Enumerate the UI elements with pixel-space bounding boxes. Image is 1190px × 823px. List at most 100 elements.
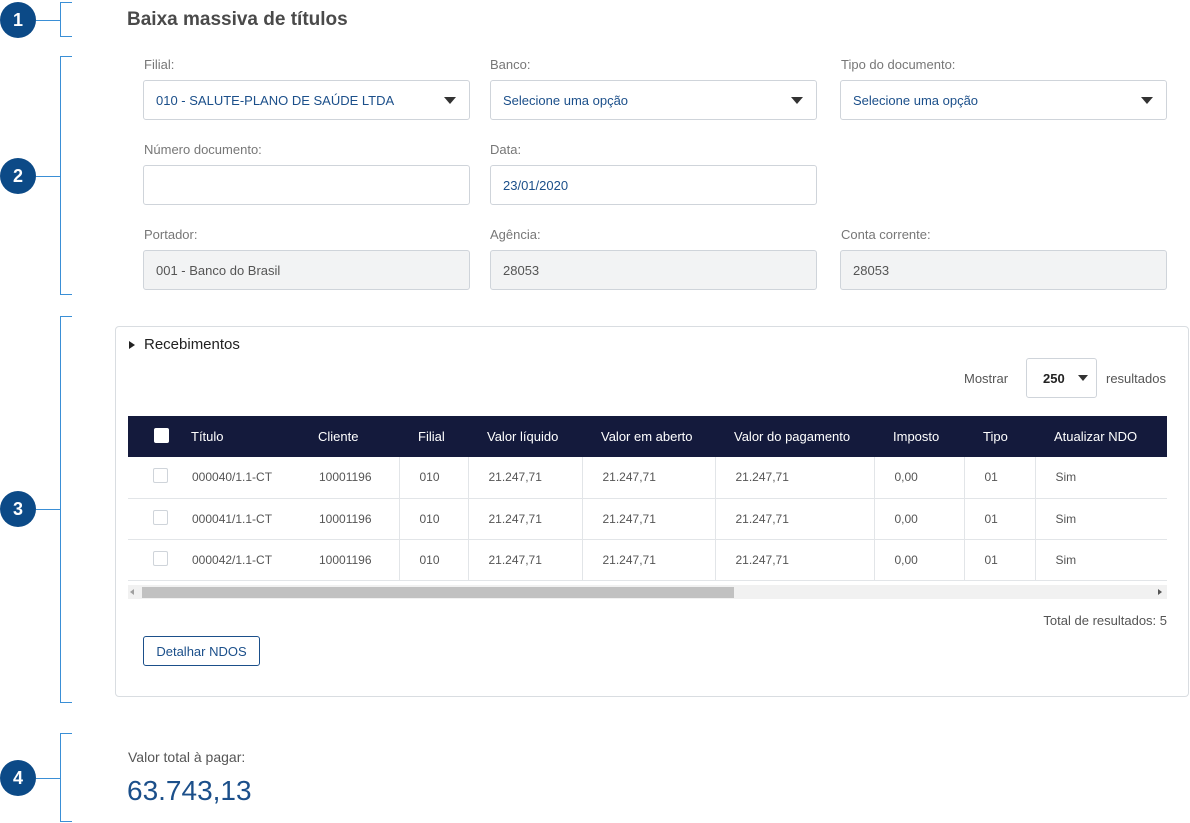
valor-do-pagamento-cell: 21.247,71	[715, 457, 875, 498]
annotation-bracket	[60, 316, 72, 703]
receipts-table: Título Cliente Filial Valor líquido Valo…	[128, 416, 1167, 602]
tipo-cell: 01	[964, 498, 1036, 539]
data-label: Data:	[490, 142, 522, 157]
conta-corrente-field: 28053	[840, 250, 1167, 290]
table-row[interactable]: 000042/1.1-CT 10001196 010 21.247,71 21.…	[128, 539, 1167, 580]
valor-do-pagamento-cell: 21.247,71	[715, 539, 875, 580]
numero-documento-field[interactable]	[143, 165, 470, 205]
column-header-cliente[interactable]: Cliente	[299, 416, 399, 457]
valor-liquido-cell: 21.247,71	[468, 457, 583, 498]
portador-field: 001 - Banco do Brasil	[143, 250, 470, 290]
column-header-titulo[interactable]: Título	[172, 416, 299, 457]
annotation-bracket	[60, 2, 72, 37]
cliente-cell: 10001196	[299, 539, 400, 580]
atualizar-ndo-cell: Sim	[1035, 498, 1167, 539]
filial-cell: 010	[399, 457, 469, 498]
page-size-select[interactable]: 250	[1026, 358, 1097, 398]
column-header-valor-em-aberto[interactable]: Valor em aberto	[582, 416, 715, 457]
annotation-connector	[36, 20, 60, 21]
agencia-label: Agência:	[490, 227, 541, 242]
titulo-cell: 000041/1.1-CT	[192, 511, 273, 526]
column-header-filial[interactable]: Filial	[399, 416, 468, 457]
tipo-documento-select-value: Selecione uma opção	[853, 92, 979, 108]
column-header-tipo[interactable]: Tipo	[964, 416, 1035, 457]
chevron-down-icon	[1078, 375, 1088, 381]
numero-documento-label: Número documento:	[144, 142, 262, 157]
valor-em-aberto-cell: 21.247,71	[582, 498, 716, 539]
table-row[interactable]: 000041/1.1-CT 10001196 010 21.247,71 21.…	[128, 498, 1167, 539]
cliente-cell: 10001196	[299, 457, 400, 498]
page-size-value: 250	[1043, 370, 1065, 386]
row-select-cell	[128, 498, 172, 539]
date-field[interactable]: 23/01/2020	[490, 165, 817, 205]
cliente-cell: 10001196	[299, 498, 400, 539]
row-checkbox[interactable]	[153, 468, 168, 484]
horizontal-scrollbar[interactable]	[128, 585, 1167, 599]
total-results: Total de resultados: 5	[1043, 613, 1167, 628]
table-row[interactable]: 000040/1.1-CT 10001196 010 21.247,71 21.…	[128, 457, 1167, 498]
atualizar-ndo-cell: Sim	[1035, 457, 1167, 498]
tipo-documento-select[interactable]: Selecione uma opção	[840, 80, 1167, 120]
annotation-marker-4: 4	[0, 760, 36, 796]
tipo-cell: 01	[964, 539, 1036, 580]
tipo-cell: 01	[964, 457, 1036, 498]
valor-em-aberto-cell: 21.247,71	[582, 457, 716, 498]
column-header-valor-liquido[interactable]: Valor líquido	[468, 416, 582, 457]
receipts-title: Recebimentos	[144, 336, 240, 353]
valor-do-pagamento-cell: 21.247,71	[715, 498, 875, 539]
annotation-bracket	[60, 733, 72, 822]
row-select-cell	[128, 457, 172, 498]
tipo-documento-label: Tipo do documento:	[841, 57, 956, 72]
results-label: resultados	[1106, 371, 1166, 386]
row-checkbox[interactable]	[153, 509, 168, 525]
column-header-valor-do-pagamento[interactable]: Valor do pagamento	[715, 416, 874, 457]
chevron-down-icon	[444, 97, 456, 104]
valor-liquido-cell: 21.247,71	[468, 539, 583, 580]
detail-ndos-button[interactable]: Detalhar NDOS	[143, 636, 260, 666]
titulo-cell: 000042/1.1-CT	[192, 552, 273, 567]
table-header-row: Título Cliente Filial Valor líquido Valo…	[128, 416, 1167, 457]
portador-label: Portador:	[144, 227, 198, 242]
titulo-cell: 000040/1.1-CT	[192, 470, 273, 485]
receipts-toggle[interactable]: Recebimentos	[129, 336, 240, 353]
annotation-connector	[36, 176, 60, 177]
annotation-bracket	[60, 56, 72, 295]
column-header-atualizar-ndo[interactable]: Atualizar NDO	[1035, 416, 1167, 457]
conta-corrente-label: Conta corrente:	[841, 227, 931, 242]
imposto-cell: 0,00	[874, 539, 965, 580]
filial-cell: 010	[399, 539, 469, 580]
annotation-marker-1: 1	[0, 2, 36, 38]
show-label: Mostrar	[964, 371, 1009, 386]
column-header-imposto[interactable]: Imposto	[874, 416, 964, 457]
row-select-cell	[128, 539, 172, 580]
total-value: 63.743,13	[127, 775, 252, 806]
scroll-left-arrow-icon[interactable]	[130, 589, 134, 595]
caret-right-icon	[129, 340, 135, 349]
annotation-connector	[36, 778, 60, 779]
scroll-right-arrow-icon[interactable]	[1158, 589, 1162, 595]
banco-label: Banco:	[490, 57, 531, 72]
imposto-cell: 0,00	[874, 498, 965, 539]
select-all-cell	[128, 416, 172, 457]
valor-em-aberto-cell: 21.247,71	[582, 539, 716, 580]
chevron-down-icon	[791, 97, 803, 104]
agencia-field: 28053	[490, 250, 817, 290]
page-title: Baixa massiva de títulos	[127, 9, 348, 30]
annotation-connector	[36, 509, 60, 510]
valor-liquido-cell: 21.247,71	[468, 498, 583, 539]
banco-select-value: Selecione uma opção	[503, 92, 629, 108]
row-checkbox[interactable]	[153, 550, 168, 566]
select-all-checkbox[interactable]	[154, 427, 169, 443]
banco-select[interactable]: Selecione uma opção	[490, 80, 817, 120]
atualizar-ndo-cell: Sim	[1035, 539, 1167, 580]
total-label: Valor total à pagar:	[128, 749, 246, 765]
filial-label: Filial:	[144, 57, 175, 72]
receipts-panel: Recebimentos Mostrar 250 resultados Títu…	[115, 326, 1189, 697]
filial-select-value: 010 - SALUTE-PLANO DE SAÚDE LTDA	[156, 92, 395, 108]
imposto-cell: 0,00	[874, 457, 965, 498]
chevron-down-icon	[1141, 97, 1153, 104]
scroll-thumb[interactable]	[142, 587, 734, 598]
filial-cell: 010	[399, 498, 469, 539]
filial-select[interactable]: 010 - SALUTE-PLANO DE SAÚDE LTDA	[143, 80, 470, 120]
annotation-marker-3: 3	[0, 491, 36, 527]
